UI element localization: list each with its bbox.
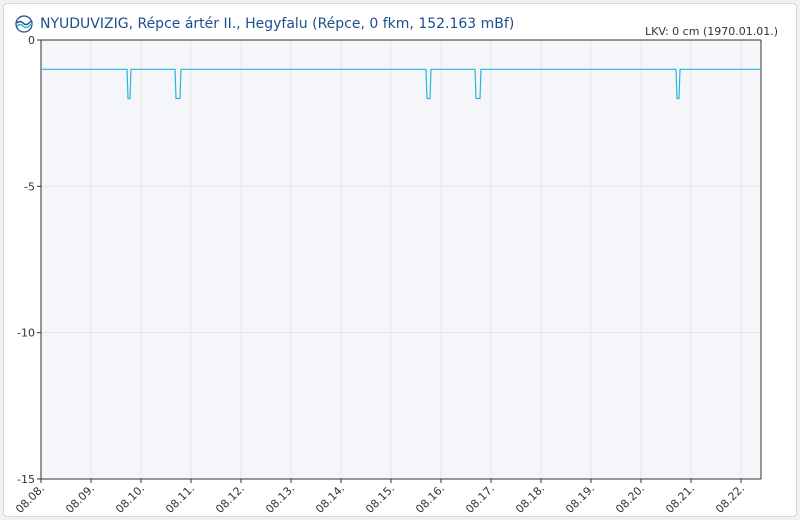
- x-tick-label: 08.17.: [463, 482, 497, 516]
- plot-area: [41, 40, 761, 479]
- x-tick-label: 08.10.: [113, 482, 147, 516]
- x-tick-label: 08.20.: [613, 482, 647, 516]
- line-chart: 0 -5 -10 -1508.08. 08.09. 08.10. 08.11. 08.12. 0…: [13, 25, 778, 516]
- y-tick-label: -5: [24, 180, 35, 193]
- x-tick-label: 08.16.: [413, 482, 447, 516]
- x-tick-label: 08.12.: [213, 482, 247, 516]
- x-tick-label: 08.14.: [313, 482, 347, 516]
- x-tick-label: 08.13.: [263, 482, 297, 516]
- x-tick-label: 08.09.: [63, 482, 97, 516]
- y-tick-label: 0: [28, 34, 35, 47]
- x-tick-label: 08.19.: [563, 482, 597, 516]
- x-tick-label: 08.22.: [713, 482, 747, 516]
- x-tick-label: 08.18.: [513, 482, 547, 516]
- x-tick-label: 08.15.: [363, 482, 397, 516]
- lkv-label: LKV: 0 cm (1970.01.01.): [645, 25, 778, 38]
- y-tick-label: -10: [17, 327, 35, 340]
- x-tick-label: 08.21.: [663, 482, 697, 516]
- x-tick-label: 08.08.: [13, 482, 47, 516]
- x-tick-label: 08.11.: [163, 482, 197, 516]
- y-tick-label: -15: [17, 473, 35, 486]
